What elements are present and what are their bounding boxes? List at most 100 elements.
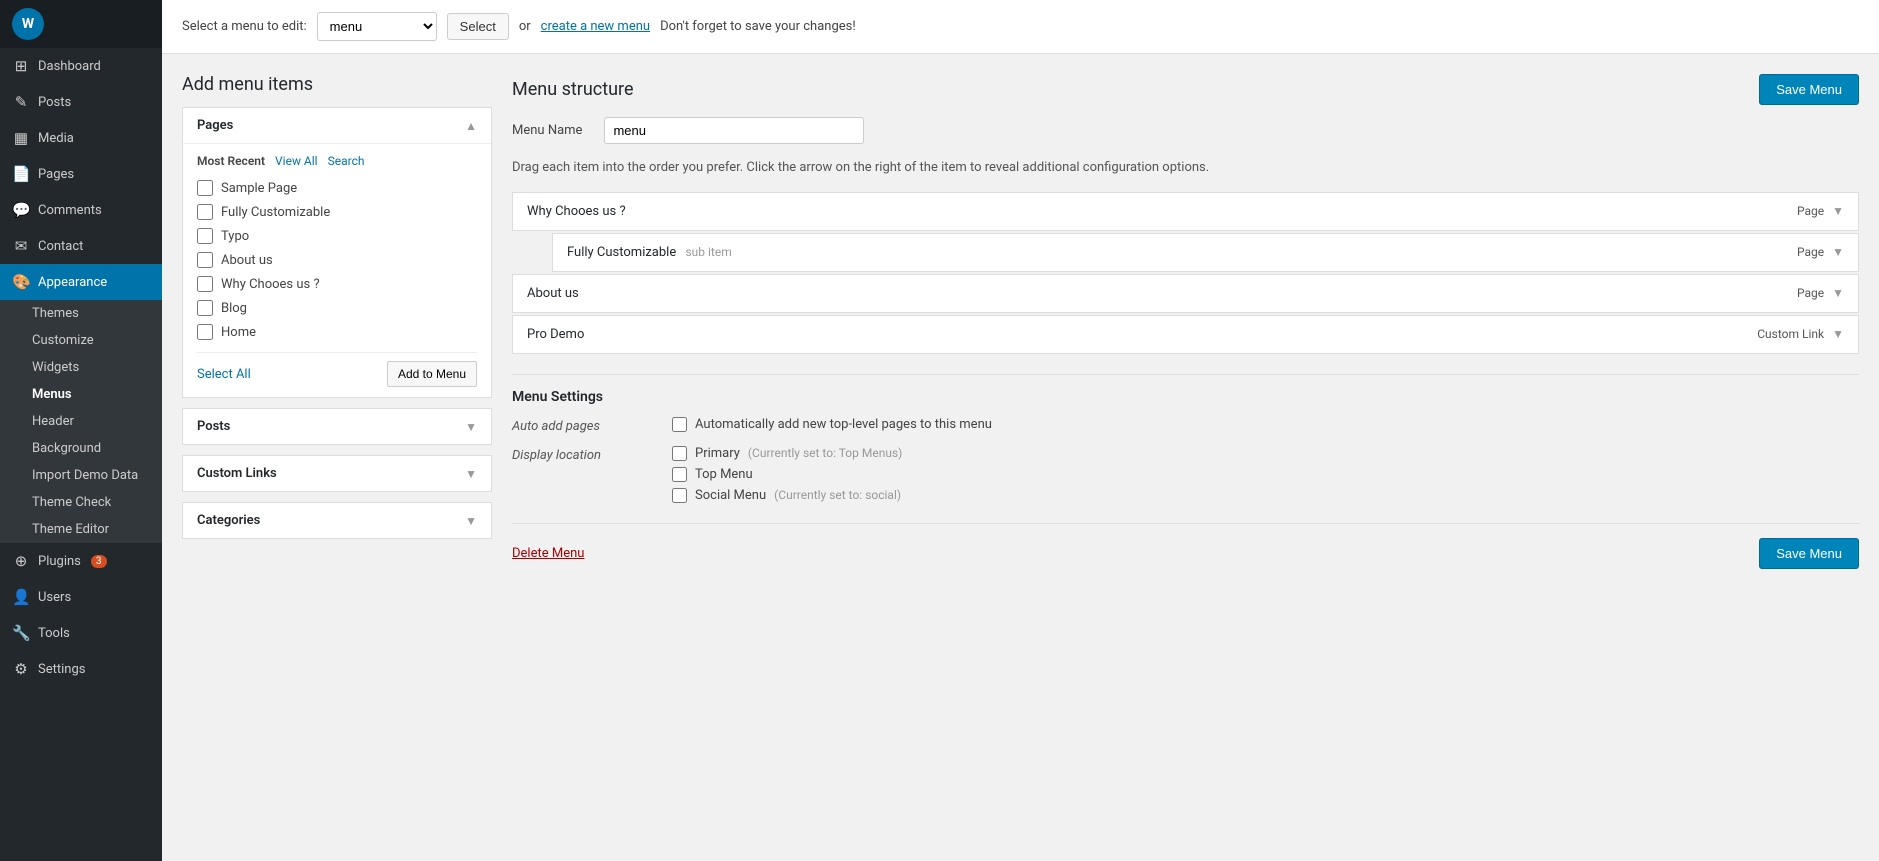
auto-add-checkbox[interactable] — [672, 417, 687, 432]
location-social-menu-checkbox[interactable] — [672, 488, 687, 503]
settings-icon: ⚙ — [12, 660, 30, 678]
categories-accordion-header[interactable]: Categories ▼ — [183, 503, 491, 538]
users-icon: 👤 — [12, 588, 30, 606]
page-checkbox-about-us[interactable] — [197, 252, 213, 268]
page-checkbox-why-chooes[interactable] — [197, 276, 213, 292]
menu-settings-title: Menu Settings — [512, 374, 1859, 405]
sidebar-item-plugins[interactable]: ⊕ Plugins 3 — [0, 543, 162, 579]
menu-item-pro-demo[interactable]: Pro Demo Custom Link ▼ — [512, 315, 1859, 354]
save-menu-button-top[interactable]: Save Menu — [1759, 74, 1859, 105]
page-item-why-chooes[interactable]: Why Chooes us ? — [197, 276, 477, 292]
location-social-menu[interactable]: Social Menu (Currently set to: social) — [672, 488, 902, 503]
page-item-about-us[interactable]: About us — [197, 252, 477, 268]
reminder-text: Don't forget to save your changes! — [660, 19, 856, 34]
page-checkbox-typo[interactable] — [197, 228, 213, 244]
menu-item-why-chooes-toggle[interactable]: ▼ — [1832, 204, 1844, 218]
location-top-menu-checkbox[interactable] — [672, 467, 687, 482]
select-button[interactable]: Select — [447, 13, 509, 40]
location-primary[interactable]: Primary (Currently set to: Top Menus) — [672, 446, 902, 461]
sidebar-item-widgets[interactable]: Widgets — [0, 354, 162, 381]
menu-item-sub-label: sub item — [685, 245, 731, 259]
display-location-row: Display location Primary (Currently set … — [512, 446, 1859, 503]
page-item-blog[interactable]: Blog — [197, 300, 477, 316]
sidebar-item-pages[interactable]: 📄 Pages — [0, 156, 162, 192]
location-primary-label: Primary — [695, 446, 740, 461]
sidebar-item-themes[interactable]: Themes — [0, 300, 162, 327]
sidebar-item-posts[interactable]: ✎ Posts — [0, 84, 162, 120]
pages-accordion-header[interactable]: Pages ▲ — [183, 108, 491, 143]
page-label-fully-customizable: Fully Customizable — [221, 205, 330, 220]
categories-chevron: ▼ — [465, 514, 477, 528]
sidebar-item-settings[interactable]: ⚙ Settings — [0, 651, 162, 687]
delete-menu-link[interactable]: Delete Menu — [512, 546, 584, 561]
menu-select[interactable]: menu — [317, 12, 437, 41]
menu-item-about-us-label: About us — [527, 286, 579, 301]
posts-accordion-label: Posts — [197, 419, 230, 434]
menu-item-fully-customizable-label: Fully Customizable sub item — [567, 245, 732, 260]
sidebar-item-theme-editor[interactable]: Theme Editor — [0, 516, 162, 543]
menu-item-fully-customizable-toggle[interactable]: ▼ — [1832, 245, 1844, 259]
menu-item-pro-demo-toggle[interactable]: ▼ — [1832, 327, 1844, 341]
sidebar-item-import-demo[interactable]: Import Demo Data — [0, 462, 162, 489]
location-top-menu[interactable]: Top Menu — [672, 467, 902, 482]
page-checkbox-blog[interactable] — [197, 300, 213, 316]
sidebar-item-theme-check[interactable]: Theme Check — [0, 489, 162, 516]
custom-links-label: Custom Links — [197, 466, 277, 481]
location-social-menu-label: Social Menu — [695, 488, 766, 503]
location-primary-checkbox[interactable] — [672, 446, 687, 461]
custom-links-accordion-header[interactable]: Custom Links ▼ — [183, 456, 491, 491]
contact-icon: ✉ — [12, 237, 30, 255]
sidebar-item-appearance[interactable]: 🎨 Appearance — [0, 264, 162, 300]
tab-search[interactable]: Search — [328, 154, 365, 168]
categories-accordion: Categories ▼ — [182, 502, 492, 539]
page-checkbox-fully-customizable[interactable] — [197, 204, 213, 220]
tab-most-recent[interactable]: Most Recent — [197, 154, 265, 168]
location-primary-note: (Currently set to: Top Menus) — [748, 446, 902, 460]
page-label-why-chooes: Why Chooes us ? — [221, 277, 320, 292]
page-checkbox-home[interactable] — [197, 324, 213, 340]
sidebar-item-tools[interactable]: 🔧 Tools — [0, 615, 162, 651]
sidebar-item-header[interactable]: Header — [0, 408, 162, 435]
page-item-sample-page[interactable]: Sample Page — [197, 180, 477, 196]
menu-item-fully-customizable-type: Page — [1797, 245, 1824, 259]
sidebar-item-comments[interactable]: 💬 Comments — [0, 192, 162, 228]
sidebar-item-menus[interactable]: Menus — [0, 381, 162, 408]
sidebar-item-customize[interactable]: Customize — [0, 327, 162, 354]
sidebar-item-users[interactable]: 👤 Users — [0, 579, 162, 615]
sidebar: W ⊞ Dashboard ✎ Posts ▦ Media 📄 Pages 💬 … — [0, 0, 162, 861]
page-item-typo[interactable]: Typo — [197, 228, 477, 244]
sidebar-item-background[interactable]: Background — [0, 435, 162, 462]
menu-settings: Menu Settings Auto add pages Automatical… — [512, 374, 1859, 503]
posts-accordion-header[interactable]: Posts ▼ — [183, 409, 491, 444]
create-new-menu-link[interactable]: create a new menu — [541, 19, 650, 34]
select-all-link[interactable]: Select All — [197, 367, 251, 382]
appearance-icon: 🎨 — [12, 273, 30, 291]
menu-item-fully-customizable[interactable]: Fully Customizable sub item Page ▼ — [552, 233, 1859, 272]
sidebar-item-contact[interactable]: ✉ Contact — [0, 228, 162, 264]
menu-item-about-us[interactable]: About us Page ▼ — [512, 274, 1859, 313]
categories-label: Categories — [197, 513, 260, 528]
page-checkbox-sample-page[interactable] — [197, 180, 213, 196]
menu-item-about-us-type: Page — [1797, 286, 1824, 300]
page-label-home: Home — [221, 325, 256, 340]
drag-hint: Drag each item into the order you prefer… — [512, 158, 1859, 178]
footer-row: Delete Menu Save Menu — [512, 523, 1859, 569]
pages-accordion: Pages ▲ Most Recent View All Search S — [182, 107, 492, 398]
menu-item-about-us-toggle[interactable]: ▼ — [1832, 286, 1844, 300]
sidebar-item-dashboard[interactable]: ⊞ Dashboard — [0, 48, 162, 84]
page-item-home[interactable]: Home — [197, 324, 477, 340]
tools-icon: 🔧 — [12, 624, 30, 642]
menu-item-pro-demo-type: Custom Link — [1757, 327, 1824, 341]
pages-accordion-label: Pages — [197, 118, 233, 133]
page-item-fully-customizable[interactable]: Fully Customizable — [197, 204, 477, 220]
tab-view-all[interactable]: View All — [275, 154, 318, 168]
auto-add-option[interactable]: Automatically add new top-level pages to… — [672, 417, 992, 432]
menu-name-input[interactable] — [604, 117, 864, 144]
custom-links-accordion: Custom Links ▼ — [182, 455, 492, 492]
wordpress-icon: W — [12, 8, 44, 40]
add-to-menu-button[interactable]: Add to Menu — [387, 361, 477, 387]
sidebar-item-media[interactable]: ▦ Media — [0, 120, 162, 156]
auto-add-row: Auto add pages Automatically add new top… — [512, 417, 1859, 434]
save-menu-button-bottom[interactable]: Save Menu — [1759, 538, 1859, 569]
menu-item-why-chooes[interactable]: Why Chooes us ? Page ▼ — [512, 192, 1859, 231]
